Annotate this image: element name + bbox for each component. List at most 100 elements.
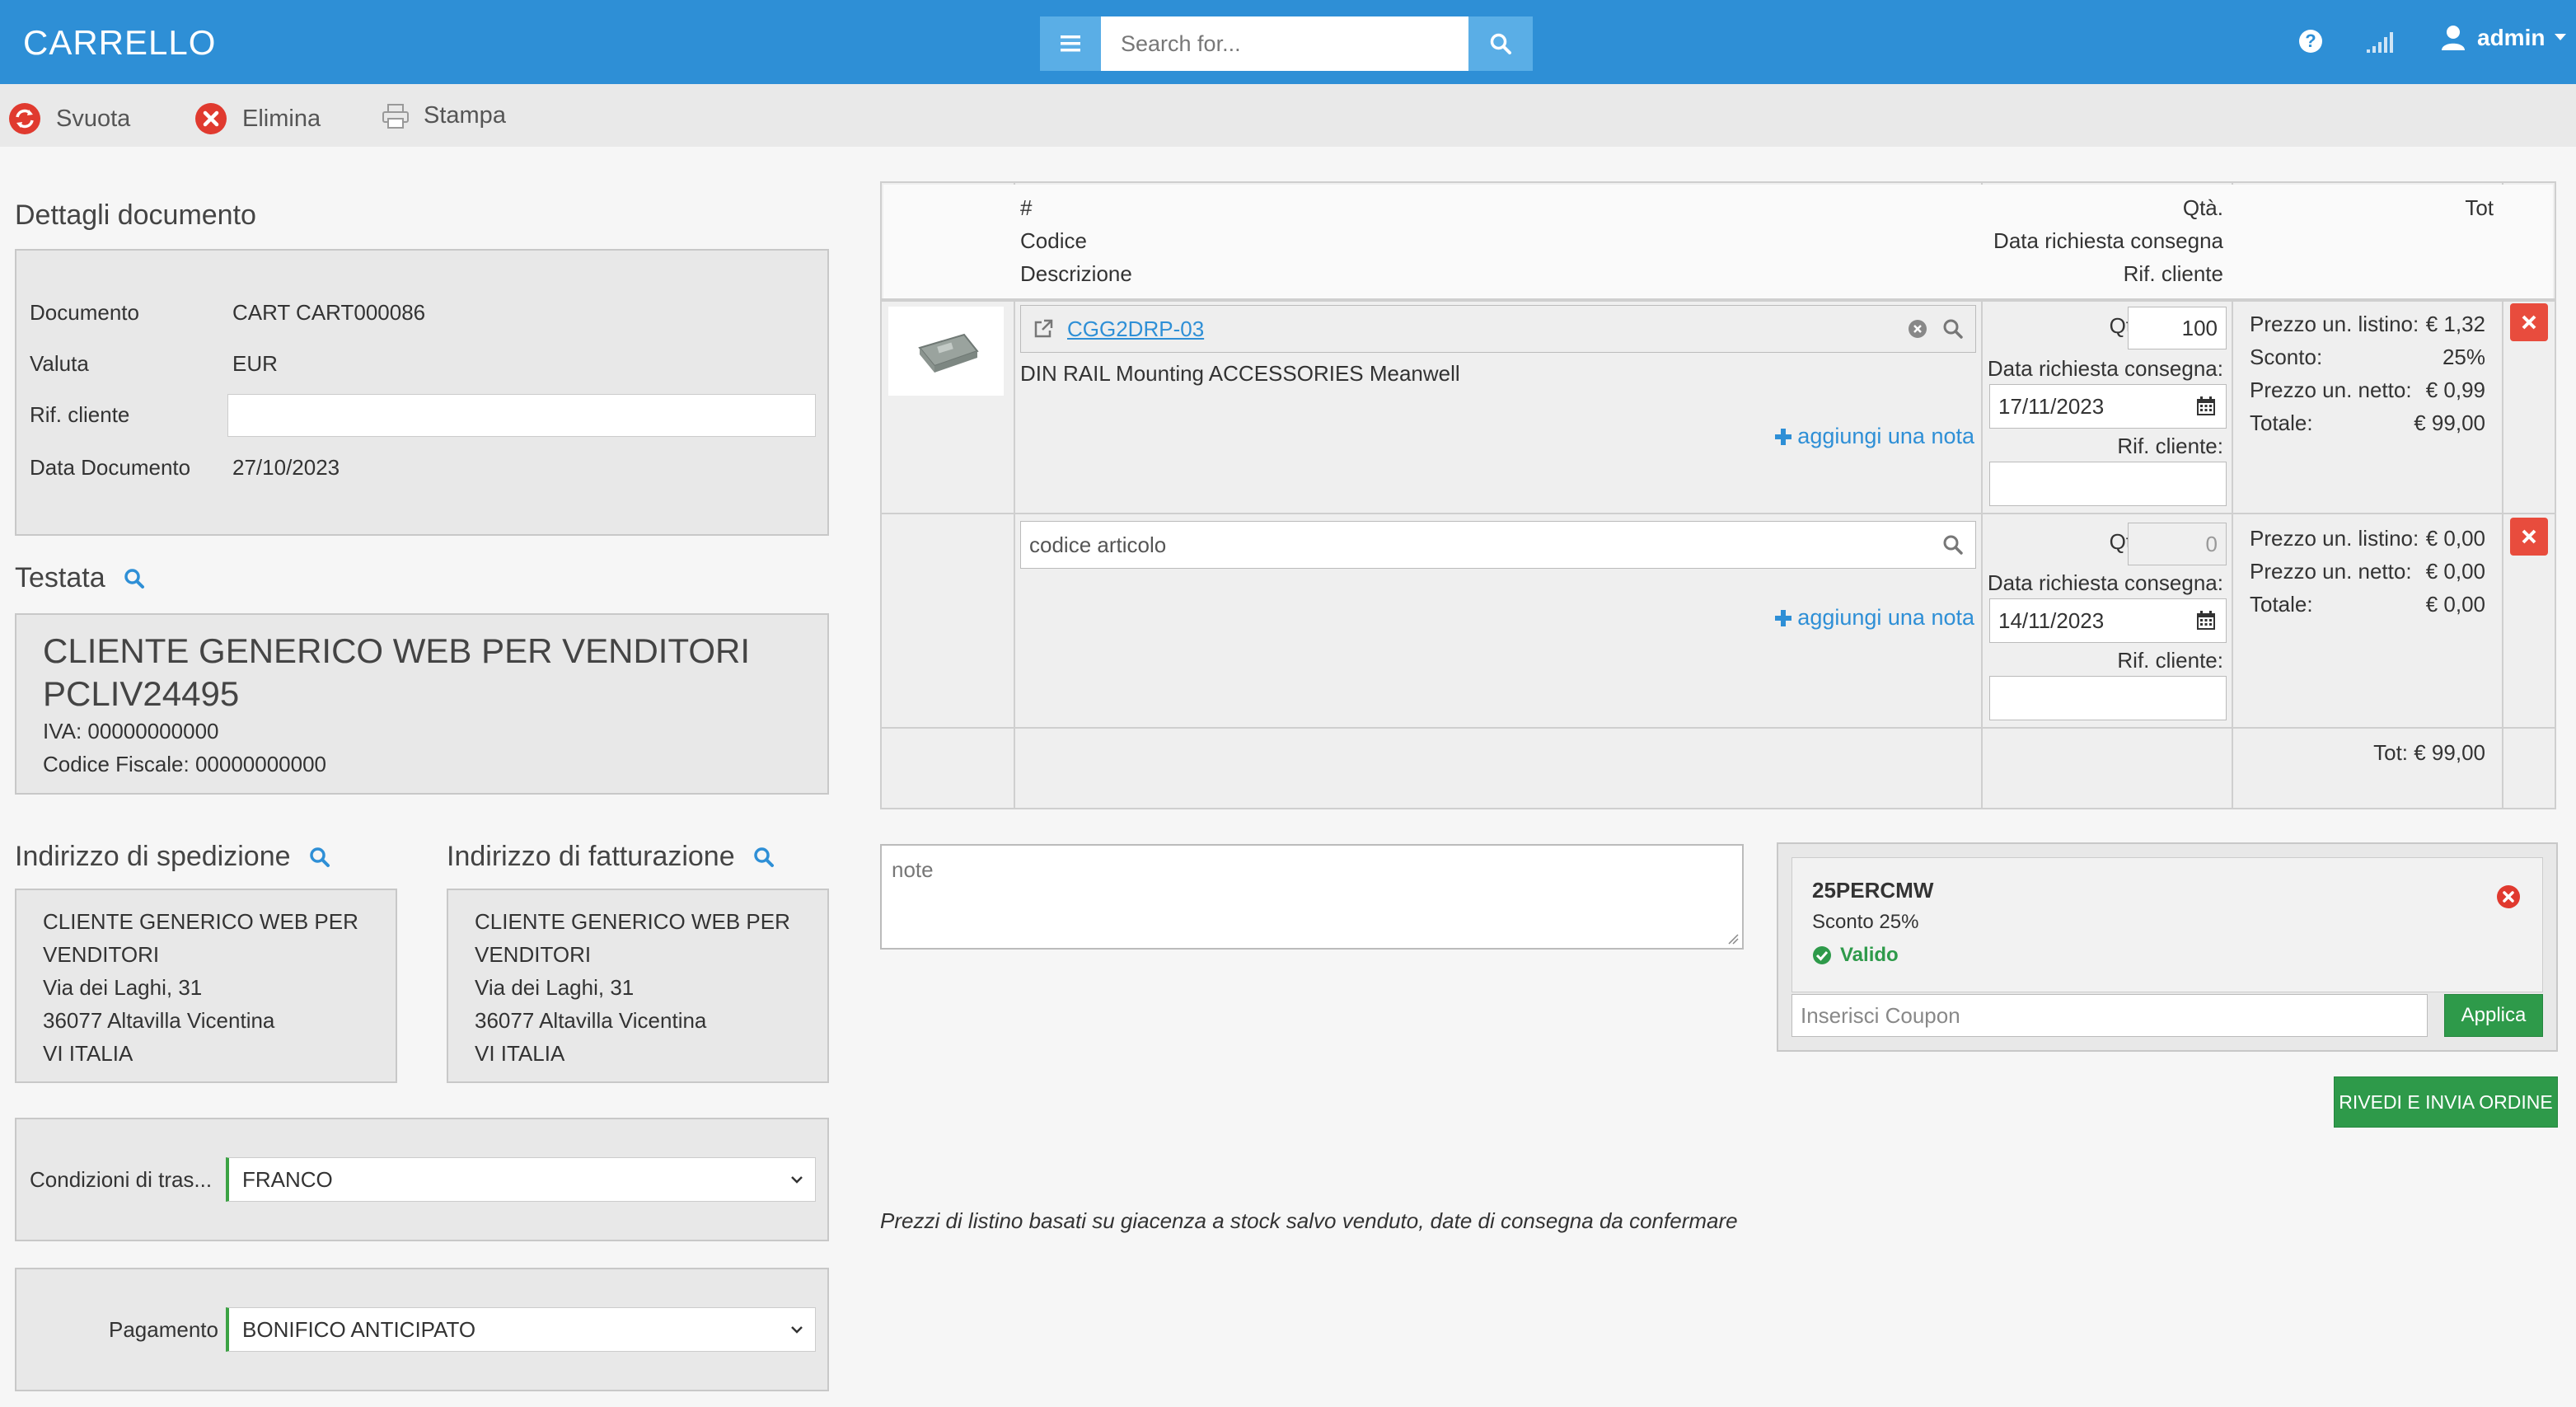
- chevron-down-icon: [791, 1176, 803, 1184]
- notes-placeholder: note: [892, 857, 934, 882]
- header-qty: Qtà.: [2182, 195, 2223, 220]
- transport-select[interactable]: FRANCO: [226, 1157, 816, 1202]
- search-icon[interactable]: [753, 847, 775, 868]
- help-icon[interactable]: ?: [2299, 30, 2322, 53]
- product-thumbnail: [918, 333, 979, 373]
- plus-icon: [1775, 609, 1792, 626]
- action-toolbar: Svuota Elimina Stampa: [0, 84, 2576, 147]
- delivery-date-value: 14/11/2023: [1998, 607, 2105, 633]
- search-icon[interactable]: [124, 568, 145, 589]
- apply-coupon-button[interactable]: Applica: [2444, 994, 2543, 1037]
- shipping-address-title-text: Indirizzo di spedizione: [15, 841, 291, 872]
- customer-tax-code: Codice Fiscale: 00000000000: [43, 752, 327, 776]
- header-description: Descrizione: [1020, 261, 1132, 286]
- close-circle-icon: [195, 103, 227, 134]
- shipping-address-panel: CLIENTE GENERICO WEB PER VENDITORI Via d…: [15, 889, 397, 1083]
- address-line: VI ITALIA: [475, 1041, 565, 1066]
- customer-ref-input[interactable]: [1989, 676, 2227, 720]
- remove-row-button[interactable]: [2510, 303, 2548, 341]
- chevron-down-icon: [791, 1326, 803, 1334]
- cart-table: # Codice Descrizione Qtà. Data richiesta…: [880, 181, 2556, 809]
- table-header: [883, 185, 2553, 298]
- line-total-label: Totale:: [2250, 592, 2313, 617]
- delivery-date-label: Data richiesta consegna:: [1987, 356, 2223, 381]
- transport-value: FRANCO: [242, 1166, 333, 1192]
- delivery-date-value: 17/11/2023: [1998, 393, 2105, 419]
- price-list-value: € 1,32: [2425, 312, 2485, 336]
- document-details-title: Dettagli documento: [15, 199, 256, 232]
- customer-ref-input[interactable]: [227, 394, 816, 437]
- close-icon: [2522, 529, 2536, 544]
- add-note-label: aggiungi una nota: [1797, 424, 1974, 448]
- delivery-date-input[interactable]: 14/11/2023: [1989, 598, 2227, 643]
- external-link-icon[interactable]: [1033, 318, 1054, 340]
- product-code-input[interactable]: codice articolo: [1020, 521, 1976, 569]
- add-note-link[interactable]: aggiungi una nota: [1774, 424, 1974, 449]
- pricing-disclaimer: Prezzi di listino basati su giacenza a s…: [880, 1208, 1738, 1233]
- grand-total: Tot: € 99,00: [2373, 740, 2485, 765]
- search-button[interactable]: [1468, 16, 1533, 71]
- calendar-icon[interactable]: [2196, 611, 2216, 631]
- search-icon[interactable]: [1942, 534, 1964, 556]
- qty-input[interactable]: 0: [2128, 523, 2227, 565]
- address-line: 36077 Altavilla Vicentina: [475, 1008, 707, 1033]
- empty-cart-button[interactable]: Svuota: [8, 102, 130, 135]
- product-code-field: CGG2DRP-03: [1020, 305, 1976, 353]
- coupon-input-placeholder: Inserisci Coupon: [1801, 1002, 1960, 1028]
- product-code-link[interactable]: CGG2DRP-03: [1067, 317, 1204, 342]
- add-note-link[interactable]: aggiungi una nota: [1774, 605, 1974, 631]
- coupon-input[interactable]: Inserisci Coupon: [1791, 994, 2428, 1037]
- document-label: Documento: [30, 300, 139, 325]
- caret-down-icon: [2555, 34, 2567, 40]
- address-line: Via dei Laghi, 31: [43, 975, 203, 1000]
- document-details-panel: Documento CART CART000086 Valuta EUR Rif…: [15, 249, 829, 536]
- customer-panel: CLIENTE GENERICO WEB PER VENDITORI PCLIV…: [15, 613, 829, 795]
- address-line: 36077 Altavilla Vicentina: [43, 1008, 275, 1033]
- address-line: VENDITORI: [475, 942, 592, 967]
- calendar-icon[interactable]: [2196, 396, 2216, 416]
- user-menu[interactable]: admin: [2441, 25, 2567, 51]
- customer-ref-input[interactable]: [1989, 462, 2227, 506]
- print-icon: [382, 103, 409, 129]
- delete-cart-button[interactable]: Elimina: [194, 102, 321, 135]
- payment-select[interactable]: BONIFICO ANTICIPATO: [226, 1307, 816, 1352]
- menu-button[interactable]: [1040, 16, 1101, 71]
- customer-ref-label: Rif. cliente:: [2117, 434, 2223, 458]
- address-line: CLIENTE GENERICO WEB PER: [43, 909, 358, 934]
- search-input[interactable]: [1101, 16, 1468, 71]
- header-title-text: Testata: [15, 562, 105, 593]
- resize-handle-icon[interactable]: [1727, 933, 1739, 945]
- shipping-address-text: CLIENTE GENERICO WEB PER VENDITORI Via d…: [43, 905, 358, 1070]
- search-icon[interactable]: [309, 847, 330, 868]
- customer-ref-label: Rif. cliente: [30, 402, 130, 427]
- price-net-value: € 0,00: [2425, 559, 2485, 584]
- price-net-value: € 0,99: [2425, 378, 2485, 402]
- coupon-status-text: Valido: [1840, 944, 1899, 966]
- print-button[interactable]: Stampa: [382, 102, 506, 129]
- notes-textarea[interactable]: note: [880, 844, 1744, 950]
- row-divider: [882, 298, 2555, 302]
- remove-row-button[interactable]: [2510, 518, 2548, 556]
- app-title[interactable]: CARRELLO: [23, 23, 216, 63]
- delivery-date-input[interactable]: 17/11/2023: [1989, 384, 2227, 429]
- price-net-label: Prezzo un. netto:: [2250, 378, 2412, 402]
- shipping-address-title: Indirizzo di spedizione: [15, 841, 330, 873]
- delete-cart-label: Elimina: [242, 105, 321, 132]
- discount-label: Sconto:: [2250, 345, 2323, 369]
- qty-input[interactable]: 100: [2128, 307, 2227, 349]
- clear-icon[interactable]: [1908, 319, 1927, 339]
- signal-icon[interactable]: [2367, 30, 2395, 53]
- price-list-value: € 0,00: [2425, 526, 2485, 551]
- plus-icon: [1775, 428, 1792, 445]
- review-send-order-button[interactable]: RIVEDI E INVIA ORDINE: [2334, 1076, 2558, 1128]
- print-label: Stampa: [424, 102, 506, 129]
- price-list-label: Prezzo un. listino:: [2250, 526, 2419, 551]
- check-circle-icon: [1813, 946, 1831, 964]
- currency-value: EUR: [232, 351, 278, 376]
- search-icon: [1490, 33, 1511, 54]
- coupon-card: 25PERCMW Sconto 25% Valido: [1791, 857, 2543, 992]
- remove-coupon-icon[interactable]: [2496, 884, 2521, 909]
- price-net-label: Prezzo un. netto:: [2250, 559, 2412, 584]
- document-date-value: 27/10/2023: [232, 455, 340, 480]
- search-icon[interactable]: [1942, 318, 1964, 340]
